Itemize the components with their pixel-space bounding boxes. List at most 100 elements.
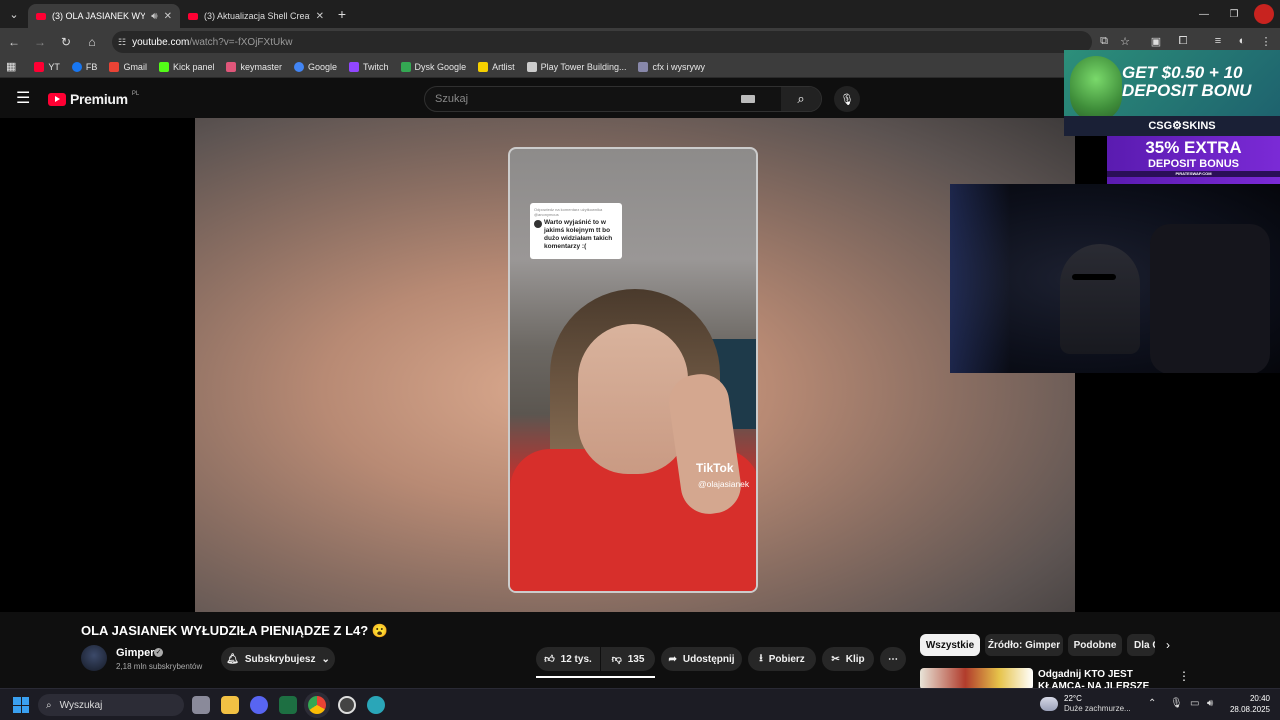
profile-avatar-icon[interactable]: ◐	[1234, 33, 1250, 49]
hamburger-menu-icon[interactable]: ☰	[16, 91, 32, 107]
ad-url: PIRATESWAP.COM	[1107, 171, 1280, 177]
bookmark-star-icon[interactable]: ☆	[1117, 33, 1133, 49]
thumbs-down-icon: 👎︎	[611, 654, 622, 665]
weather-widget[interactable]: 22°C Duże zachmurze...	[1040, 694, 1131, 714]
browser-menu-icon[interactable]: ⋮	[1258, 33, 1274, 49]
reload-icon[interactable]: ↻	[54, 30, 78, 54]
bookmark-google[interactable]: Google	[294, 61, 337, 72]
search-box: ⌕	[424, 86, 822, 112]
clock-time: 20:40	[1249, 694, 1270, 703]
bookmark-keymaster[interactable]: keymaster	[226, 61, 282, 72]
youtube-premium-logo[interactable]: Premium PL	[48, 91, 139, 107]
forward-icon[interactable]: →	[28, 30, 52, 54]
bookmark-kick-panel[interactable]: Kick panel	[158, 61, 214, 72]
share-button[interactable]: ➦ Udostępnij	[661, 647, 742, 671]
bookmark-twitch[interactable]: Twitch	[349, 61, 389, 72]
ad-headline: 35% EXTRA	[1145, 138, 1242, 157]
taskbar-search-placeholder: Wyszukaj	[59, 699, 103, 711]
gaming-chair	[1150, 224, 1270, 373]
bookmark-artlist[interactable]: Artlist	[478, 61, 515, 72]
tab-search-dropdown-icon[interactable]: ⌄	[0, 0, 28, 28]
video-player[interactable]: Odpowiedz na komentarz użytkownika @anon…	[195, 118, 1075, 612]
keyboard-icon[interactable]	[741, 95, 755, 103]
back-icon[interactable]: ←	[2, 30, 26, 54]
new-tab-button[interactable]: +	[332, 6, 352, 22]
tiktok-video-frame: Odpowiedz na komentarz użytkownika @anon…	[508, 147, 758, 593]
obs-icon[interactable]	[338, 696, 356, 714]
csgoskins-ad-banner: GET $0.50 + 10 DEPOSIT BONU CSG⚙SKINS	[1064, 50, 1280, 136]
youtube-play-icon	[48, 92, 66, 106]
excel-icon[interactable]	[279, 696, 297, 714]
microphone-icon[interactable]: 🎙︎	[1170, 698, 1183, 709]
bookmark-drive[interactable]: Dysk Google	[400, 61, 466, 72]
chip-related[interactable]: Podobne	[1068, 634, 1122, 656]
task-view-icon[interactable]	[192, 696, 210, 714]
search-input[interactable]	[425, 93, 741, 105]
display-icon[interactable]: ▭	[1190, 698, 1199, 709]
cloud-icon	[1040, 697, 1058, 711]
download-button[interactable]: ⭳ Pobierz	[748, 647, 816, 671]
install-app-icon[interactable]: ⧉	[1096, 33, 1112, 49]
ad-subline: DEPOSIT BONUS	[1147, 158, 1240, 170]
chip-for-you[interactable]: Dla Ciebie	[1127, 634, 1155, 656]
bookmark-cfx[interactable]: cfx i wysrywy	[638, 61, 705, 72]
extensions-puzzle-icon[interactable]: ⧠	[1175, 33, 1191, 49]
extension-icon[interactable]: ▣	[1148, 33, 1164, 49]
microphone-icon: 🎙︎	[840, 93, 854, 106]
chip-all[interactable]: Wszystkie	[920, 634, 980, 656]
windows-start-icon[interactable]	[13, 697, 29, 713]
tab-close-icon[interactable]: ✕	[316, 11, 324, 22]
clip-button[interactable]: ✂ Klip	[822, 647, 874, 671]
clock-date: 28.08.2025	[1229, 705, 1270, 714]
voice-search-button[interactable]: 🎙︎	[834, 86, 860, 112]
dislike-button[interactable]: 👎︎ 135	[601, 647, 655, 671]
system-clock[interactable]: 20:40 28.08.2025	[1228, 693, 1270, 715]
taskbar-search[interactable]: ⌕ Wyszukaj	[38, 694, 184, 716]
bookmark-play-tower[interactable]: Play Tower Building...	[526, 61, 626, 72]
share-icon: ➦	[668, 653, 677, 665]
player-letterbox-left	[0, 118, 195, 612]
twitch-icon	[349, 61, 360, 72]
apps-grid-icon[interactable]: ▦	[6, 60, 16, 73]
url-field[interactable]: ☷ youtube.com/watch?v=-fXOjFXtUkw	[112, 31, 1092, 53]
channel-name[interactable]: Gimper	[116, 647, 155, 659]
maximize-icon[interactable]: ❐	[1218, 0, 1250, 28]
youtube-favicon-icon	[188, 12, 198, 20]
bookmark-fb[interactable]: FB	[71, 61, 97, 72]
more-actions-button[interactable]: ⋯	[880, 647, 906, 671]
tab-close-icon[interactable]: ✕	[164, 11, 172, 22]
channel-avatar[interactable]	[81, 645, 107, 671]
volume-icon[interactable]: 🔊︎	[1207, 698, 1213, 709]
recommended-thumbnail[interactable]	[920, 668, 1033, 690]
bookmark-yt[interactable]: YT	[34, 61, 60, 72]
media-control-icon[interactable]: ≡	[1210, 33, 1226, 49]
site-info-icon[interactable]: ☷	[118, 37, 126, 48]
chevron-right-icon[interactable]: ›	[1166, 638, 1170, 652]
chip-source-gimper[interactable]: Źródło: Gimper	[985, 634, 1063, 656]
recommended-menu-icon[interactable]: ⋮	[1178, 669, 1190, 683]
tab-audio-icon[interactable]: 🔊︎	[151, 11, 157, 22]
file-explorer-icon[interactable]	[221, 696, 239, 714]
subscribed-button[interactable]: 🔔︎ Subskrybujesz ⌄	[221, 647, 335, 671]
browser-app-icon[interactable]	[367, 696, 385, 714]
close-window-icon[interactable]	[1248, 0, 1280, 28]
youtube-icon	[34, 61, 45, 72]
search-button[interactable]: ⌕	[781, 87, 821, 111]
logo-text: Premium	[70, 91, 128, 107]
youtube-favicon-icon	[36, 12, 46, 20]
chrome-icon[interactable]	[308, 696, 326, 714]
sunglasses	[1072, 274, 1116, 280]
tray-overflow-icon[interactable]: ⌃	[1148, 698, 1156, 709]
discord-icon[interactable]	[250, 696, 268, 714]
home-icon[interactable]: ⌂	[80, 30, 104, 54]
keymaster-icon	[226, 61, 237, 72]
tab-shell-creator[interactable]: (3) Aktualizacja Shell Creator 1. ✕	[180, 4, 332, 28]
bookmark-gmail[interactable]: Gmail	[109, 61, 147, 72]
like-button[interactable]: 👍︎ 12 tys.	[536, 647, 600, 671]
streamer-webcam	[950, 184, 1280, 373]
bell-icon: 🔔︎	[226, 653, 239, 665]
search-icon: ⌕	[797, 91, 805, 106]
tab-ola-jasianek[interactable]: (3) OLA JASIANEK WYŁUDZ 🔊︎ ✕	[28, 4, 180, 28]
weather-condition: Duże zachmurze...	[1064, 704, 1131, 713]
minimize-icon[interactable]: —	[1188, 0, 1220, 28]
